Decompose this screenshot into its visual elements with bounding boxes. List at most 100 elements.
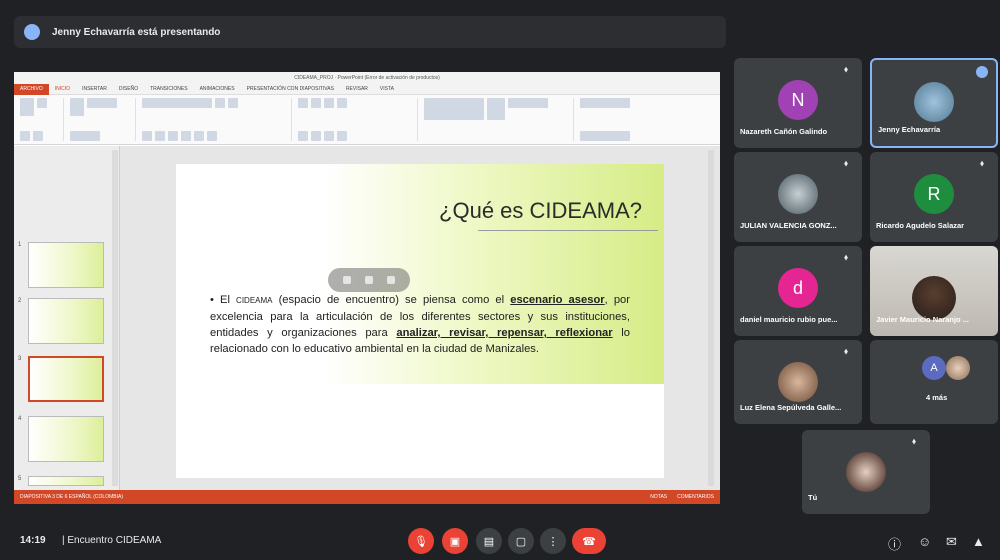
presenter-banner-text: Jenny Echavarría está presentando [52, 26, 221, 38]
ppt-tab-slideshow: PRESENTACIÓN CON DIAPOSITIVAS [246, 86, 334, 92]
participant-name: Jenny Echavarría [878, 125, 941, 134]
mic-off-icon: ⬧ [844, 346, 849, 356]
ribbon-group-paragraph [298, 98, 418, 141]
mic-off-icon: ⬧ [844, 64, 849, 74]
ribbon-group-font [142, 98, 292, 141]
hangup-icon: ☎ [582, 535, 596, 548]
ribbon-group-clipboard [20, 98, 64, 141]
meeting-name: Encuentro CIDEAMA [67, 535, 162, 546]
more-icon: ⋮ [547, 535, 559, 548]
avatar: N [778, 80, 818, 120]
participant-name: 4 más [926, 393, 948, 402]
ppt-ribbon-tabs: ARCHIVO INICIO INSERTAR DISEÑO TRANSICIO… [14, 83, 720, 95]
captions-button[interactable]: ▤ [476, 528, 502, 554]
mic-off-icon: ⬧ [980, 158, 985, 168]
leave-call-button[interactable]: ☎ [572, 528, 606, 554]
mic-off-icon: ⬧ [844, 158, 849, 168]
ppt-tab-insert: INSERTAR [82, 86, 107, 92]
participant-tile-daniel[interactable]: ⬧ d daniel mauricio rubio pue... [734, 246, 862, 336]
thumb-number: 2 [18, 298, 22, 304]
body-cideama: CIDEAMA [236, 296, 273, 305]
captions-icon: ▤ [483, 535, 495, 548]
mic-off-icon: ⬧ [912, 436, 917, 446]
avatar [914, 82, 954, 122]
thumb-number: 5 [18, 476, 22, 482]
participant-name: JULIAN VALENCIA GONZ... [740, 221, 837, 230]
participant-tile-nazareth[interactable]: ⬧ N Nazareth Cañón Galindo [734, 58, 862, 148]
ppt-status-bar: DIAPOSITIVA 3 DE 6 ESPAÑOL (COLOMBIA) NO… [14, 490, 720, 504]
ppt-tab-file: ARCHIVO [14, 83, 49, 95]
thumbnails-scrollbar [112, 150, 118, 486]
ribbon-group-editing [580, 98, 660, 141]
ppt-status-notes: NOTAS [650, 494, 668, 500]
camera-toggle-button[interactable]: ▣ [442, 528, 468, 554]
more-options-button[interactable]: ⋮ [540, 528, 566, 554]
participant-tile-self[interactable]: ⬧ Tú [802, 430, 930, 514]
avatar: A [922, 356, 946, 380]
mic-toggle-button[interactable]: 🎙 [408, 528, 434, 554]
participant-name: Javier Mauricio Naranjo ... [876, 315, 969, 324]
participant-name: Tú [808, 493, 818, 502]
ppt-tab-review: REVISAR [345, 86, 368, 92]
body-part-2: (espacio de encuentro) se piensa como el [272, 294, 511, 306]
slide-thumbnail-5 [28, 476, 104, 486]
ppt-status-left: DIAPOSITIVA 3 DE 6 ESPAÑOL (COLOMBIA) [20, 494, 123, 500]
body-part-1: El [213, 294, 237, 306]
slide-title: ¿Qué es CIDEAMA? [439, 198, 642, 223]
avatar [846, 452, 886, 492]
ppt-tab-view: VISTA [379, 86, 394, 92]
present-icon: ▢ [515, 535, 527, 548]
pen-icon [343, 276, 351, 284]
ppt-tab-transitions: TRANSICIONES [150, 86, 188, 92]
participant-tile-luz[interactable]: ⬧ Luz Elena Sepúlveda Galle... [734, 340, 862, 424]
meeting-controls-bar: 14:19 | Encuentro CIDEAMA 🎙 ▣ ▤ ▢ ⋮ ☎ ⓘ … [0, 524, 1000, 560]
participant-tile-julian[interactable]: ⬧ JULIAN VALENCIA GONZ... [734, 152, 862, 242]
participant-name: Ricardo Agudelo Salazar [876, 221, 965, 230]
mic-off-icon: 🎙 [414, 535, 428, 548]
ribbon-group-slides [70, 98, 136, 141]
ribbon-group-drawing [424, 98, 574, 141]
presenter-banner: Jenny Echavarría está presentando [14, 16, 726, 48]
participant-tile-javier[interactable]: Javier Mauricio Naranjo ... [870, 246, 998, 336]
participant-name: Luz Elena Sepúlveda Galle... [740, 403, 842, 412]
people-icon[interactable]: ☺ [918, 534, 931, 549]
ppt-status-comments: COMENTARIOS [677, 494, 714, 500]
meeting-title: | Encuentro CIDEAMA [62, 535, 161, 546]
separator: | [62, 535, 65, 546]
slideshow-floating-toolbar [328, 268, 410, 292]
slide-thumbnail-1 [28, 242, 104, 288]
mic-off-icon: ⬧ [844, 252, 849, 262]
slide-thumbnail-2 [28, 298, 104, 344]
body-underlined-2: analizar, revisar, repensar, reflexionar [396, 327, 613, 339]
present-button[interactable]: ▢ [508, 528, 534, 554]
slide-title-rule [478, 230, 658, 231]
thumb-number: 3 [18, 356, 22, 362]
current-slide: ¿Qué es CIDEAMA? • El CIDEAMA (espacio d… [176, 164, 664, 478]
ppt-tab-home: INICIO [54, 86, 71, 92]
ppt-tab-animations: ANIMACIONES [199, 86, 235, 92]
ppt-tab-design: DISEÑO [118, 86, 139, 92]
ppt-workspace: 1 2 3 4 5 ¿Qué es CIDEAMA? • El CIDEAMA … [14, 146, 720, 490]
participant-tile-ricardo[interactable]: ⬧ R Ricardo Agudelo Salazar [870, 152, 998, 242]
participant-tile-jenny[interactable]: Jenny Echavarría [870, 58, 998, 148]
camera-off-icon: ▣ [449, 535, 461, 548]
shared-screen-powerpoint: CIDEAMA_PROJ · PowerPoint (Error de acti… [14, 72, 720, 504]
participant-video [912, 276, 956, 320]
slide-thumbnail-3 [28, 356, 104, 402]
activities-icon[interactable]: ▲ [972, 534, 985, 549]
ppt-title-bar: CIDEAMA_PROJ · PowerPoint (Error de acti… [14, 72, 720, 84]
participant-tile-more[interactable]: A 4 más [870, 340, 998, 424]
slides-icon [365, 276, 373, 284]
avatar: d [778, 268, 818, 308]
thumb-number: 1 [18, 242, 22, 248]
slide-thumbnails-panel: 1 2 3 4 5 [14, 146, 120, 490]
thumb-number: 4 [18, 416, 22, 422]
body-underlined-1: escenario asesor [510, 294, 605, 306]
slide-body-text: • El CIDEAMA (espacio de encuentro) se p… [210, 292, 630, 357]
info-icon[interactable]: ⓘ [888, 534, 901, 553]
ppt-window-title: CIDEAMA_PROJ · PowerPoint (Error de acti… [294, 75, 440, 81]
chat-icon[interactable]: ✉ [946, 534, 957, 550]
clock: 14:19 [20, 535, 46, 546]
participant-name: Nazareth Cañón Galindo [740, 127, 828, 136]
slide-scrollbar [708, 150, 714, 486]
